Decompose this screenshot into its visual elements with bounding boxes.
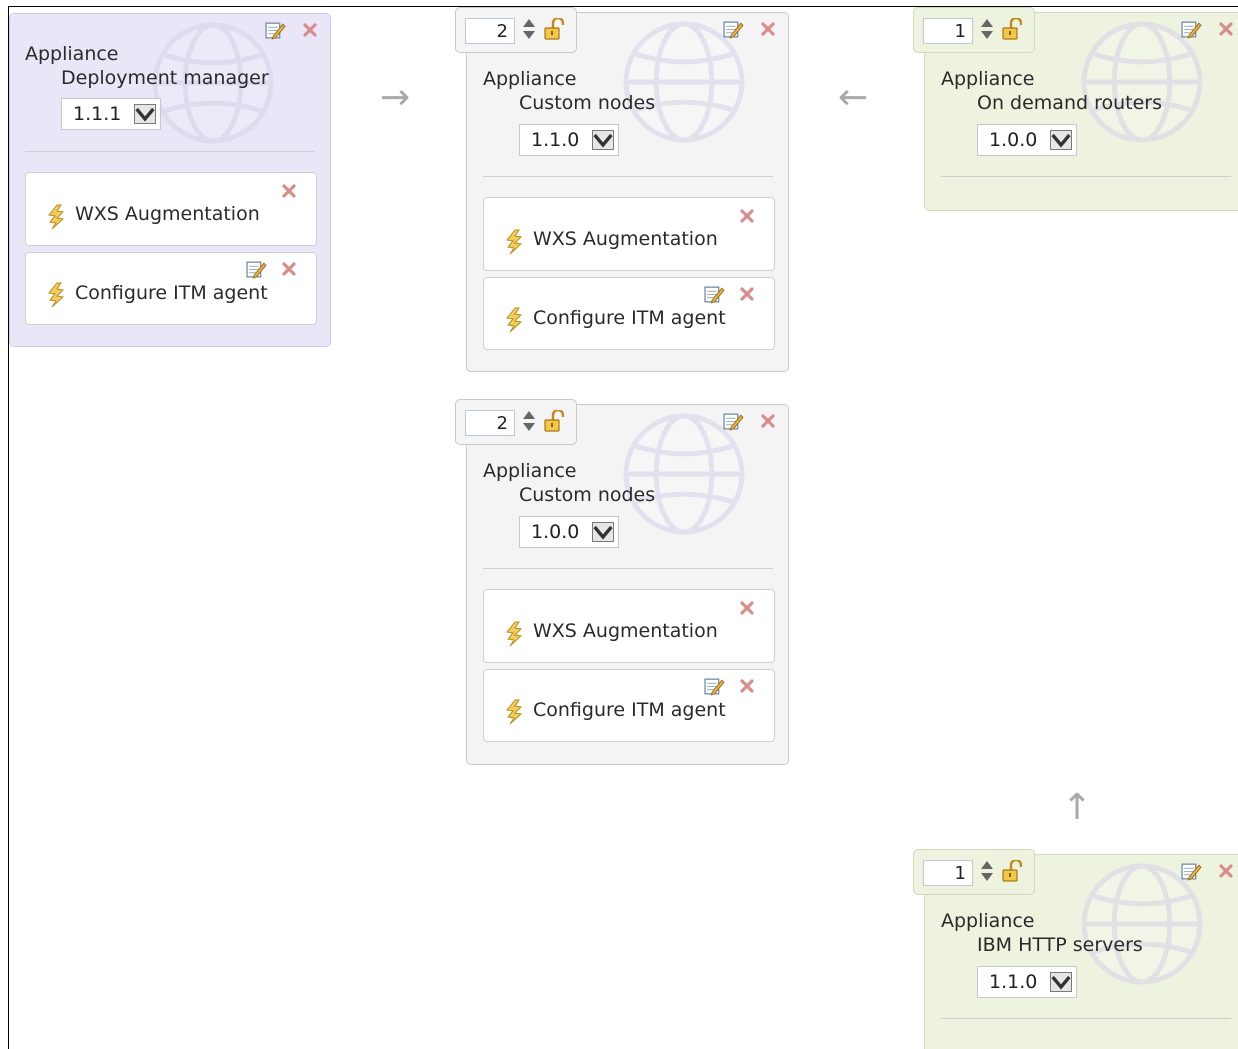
- edit-icon[interactable]: [265, 20, 286, 41]
- dropdown-arrow-icon[interactable]: [134, 104, 156, 124]
- version-value: 1.0.0: [989, 129, 1038, 151]
- instance-count-input[interactable]: 2: [465, 18, 515, 44]
- close-icon[interactable]: [760, 21, 776, 37]
- appliance-card-deployment-manager[interactable]: Appliance Deployment manager 1.1.1 WXS A…: [9, 13, 331, 347]
- edit-icon[interactable]: [723, 411, 744, 432]
- appliance-type-label: Appliance: [483, 460, 577, 482]
- version-value: 1.1.1: [73, 103, 122, 125]
- edit-icon[interactable]: [723, 19, 744, 40]
- appliance-card-custom-nodes-100[interactable]: 2 Appliance Custom nodes 1.0.0 WXS Augme…: [455, 399, 789, 765]
- script-package-itm[interactable]: Configure ITM agent: [483, 669, 775, 742]
- script-package-icon: [46, 204, 66, 230]
- divider: [483, 176, 773, 177]
- appliance-type-label: Appliance: [25, 43, 119, 65]
- canvas-border-top: [8, 6, 1238, 7]
- script-package-wxs[interactable]: WXS Augmentation: [483, 197, 775, 271]
- appliance-name-label: Custom nodes: [519, 484, 656, 506]
- script-package-label: WXS Augmentation: [533, 228, 718, 250]
- script-package-label: Configure ITM agent: [533, 699, 726, 721]
- script-package-label: Configure ITM agent: [75, 282, 268, 304]
- appliance-name-label: IBM HTTP servers: [977, 934, 1143, 956]
- appliance-name-label: On demand routers: [977, 92, 1162, 114]
- appliance-name-label: Custom nodes: [519, 92, 656, 114]
- script-package-icon: [46, 282, 66, 308]
- edit-icon[interactable]: [246, 259, 267, 280]
- divider: [483, 568, 773, 569]
- spinner-icon[interactable]: [522, 410, 536, 432]
- close-icon[interactable]: [302, 22, 318, 38]
- edit-icon[interactable]: [704, 676, 725, 697]
- appliance-type-label: Appliance: [941, 910, 1035, 932]
- link-arrow-right: →: [380, 77, 411, 118]
- script-package-label: WXS Augmentation: [533, 620, 718, 642]
- close-icon[interactable]: [739, 678, 755, 694]
- version-select[interactable]: 1.0.0: [519, 516, 619, 548]
- script-package-wxs[interactable]: WXS Augmentation: [483, 589, 775, 663]
- appliance-name-label: Deployment manager: [61, 67, 269, 89]
- script-package-itm[interactable]: Configure ITM agent: [483, 277, 775, 350]
- dropdown-arrow-icon[interactable]: [1050, 972, 1072, 992]
- version-value: 1.0.0: [531, 521, 580, 543]
- lock-icon[interactable]: [544, 410, 564, 432]
- instance-count-tab: 2: [455, 399, 577, 445]
- close-icon[interactable]: [281, 261, 297, 277]
- version-select[interactable]: 1.0.0: [977, 124, 1077, 156]
- edit-icon[interactable]: [1181, 19, 1202, 40]
- script-package-icon: [504, 229, 524, 255]
- script-package-label: Configure ITM agent: [533, 307, 726, 329]
- version-value: 1.1.0: [989, 971, 1038, 993]
- dropdown-arrow-icon[interactable]: [592, 130, 614, 150]
- link-arrow-up: ↑: [1062, 787, 1093, 828]
- divider: [941, 1018, 1231, 1019]
- spinner-icon[interactable]: [980, 860, 994, 882]
- edit-icon[interactable]: [704, 284, 725, 305]
- edit-icon[interactable]: [1181, 861, 1202, 882]
- script-package-icon: [504, 621, 524, 647]
- appliance-type-label: Appliance: [483, 68, 577, 90]
- dropdown-arrow-icon[interactable]: [1050, 130, 1072, 150]
- close-icon[interactable]: [739, 286, 755, 302]
- lock-icon[interactable]: [544, 18, 564, 40]
- appliance-card-on-demand-routers[interactable]: 1 Appliance On demand routers 1.0.0: [913, 7, 1238, 211]
- script-package-label: WXS Augmentation: [75, 203, 260, 225]
- script-package-icon: [504, 307, 524, 333]
- instance-count-tab: 1: [913, 7, 1035, 53]
- appliance-card-ibm-http-servers[interactable]: 1 Appliance IBM HTTP servers 1.1.0: [913, 849, 1238, 1049]
- spinner-icon[interactable]: [522, 18, 536, 40]
- spinner-icon[interactable]: [980, 18, 994, 40]
- close-icon[interactable]: [1218, 863, 1234, 879]
- divider: [941, 176, 1231, 177]
- script-package-wxs[interactable]: WXS Augmentation: [25, 172, 317, 246]
- instance-count-input[interactable]: 1: [923, 18, 973, 44]
- instance-count-tab: 1: [913, 849, 1035, 895]
- dropdown-arrow-icon[interactable]: [592, 522, 614, 542]
- close-icon[interactable]: [739, 600, 755, 616]
- close-icon[interactable]: [739, 208, 755, 224]
- script-package-itm[interactable]: Configure ITM agent: [25, 252, 317, 325]
- link-arrow-left: ←: [838, 77, 869, 118]
- close-icon[interactable]: [281, 183, 297, 199]
- version-select[interactable]: 1.1.1: [61, 98, 161, 130]
- divider: [25, 151, 314, 152]
- instance-count-tab: 2: [455, 7, 577, 53]
- lock-icon[interactable]: [1002, 18, 1022, 40]
- instance-count-input[interactable]: 2: [465, 410, 515, 436]
- close-icon[interactable]: [1218, 21, 1234, 37]
- version-select[interactable]: 1.1.0: [519, 124, 619, 156]
- instance-count-input[interactable]: 1: [923, 860, 973, 886]
- appliance-type-label: Appliance: [941, 68, 1035, 90]
- version-value: 1.1.0: [531, 129, 580, 151]
- close-icon[interactable]: [760, 413, 776, 429]
- appliance-card-custom-nodes-110[interactable]: 2 Appliance Custom nodes 1.1.0 WXS Augme…: [455, 7, 789, 372]
- version-select[interactable]: 1.1.0: [977, 966, 1077, 998]
- lock-icon[interactable]: [1002, 860, 1022, 882]
- script-package-icon: [504, 699, 524, 725]
